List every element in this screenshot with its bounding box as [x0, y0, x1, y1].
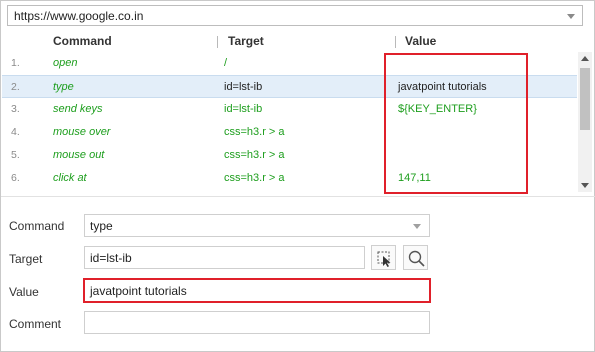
find-target-button[interactable] [403, 245, 428, 270]
target-label: Target [9, 252, 43, 266]
scrollbar-thumb[interactable] [580, 68, 590, 130]
row-target: id=lst-ib [224, 81, 263, 93]
target-input-value: id=lst-ib [90, 251, 132, 265]
command-select-value: type [90, 219, 113, 233]
column-divider[interactable] [395, 36, 396, 48]
row-target: css=h3.r > a [224, 149, 285, 161]
row-command: type [53, 81, 74, 93]
target-input[interactable]: id=lst-ib [84, 246, 365, 269]
row-number: 1. [11, 57, 20, 69]
column-header-target[interactable]: Target [228, 34, 264, 48]
command-label: Command [9, 219, 65, 233]
base-url-select[interactable]: https://www.google.co.in [7, 5, 583, 26]
base-url-value: https://www.google.co.in [14, 9, 144, 23]
value-field-highlight [83, 278, 431, 303]
table-scrollbar[interactable] [578, 52, 592, 192]
section-divider [1, 196, 595, 197]
comment-label: Comment [9, 317, 62, 331]
command-select[interactable]: type [84, 214, 430, 237]
column-divider[interactable] [217, 36, 218, 48]
ide-panel: https://www.google.co.in Command Target … [0, 0, 595, 352]
scroll-up-icon[interactable] [581, 56, 589, 61]
scroll-down-icon[interactable] [581, 183, 589, 188]
column-header-command[interactable]: Command [53, 34, 112, 48]
row-target: / [224, 57, 228, 69]
row-number: 3. [11, 103, 20, 115]
search-icon [408, 250, 425, 267]
row-number: 5. [11, 149, 20, 161]
row-command: send keys [53, 103, 103, 115]
comment-input[interactable] [84, 311, 430, 334]
select-target-button[interactable] [371, 245, 396, 270]
row-command: mouse out [53, 149, 105, 161]
row-target: css=h3.r > a [224, 126, 285, 138]
table-header: Command Target Value [2, 30, 577, 52]
row-number: 6. [11, 172, 20, 184]
command-table: Command Target Value 1. open / 2. type i… [2, 30, 592, 194]
row-number: 4. [11, 126, 20, 138]
column-header-value[interactable]: Value [405, 34, 436, 48]
value-label: Value [9, 285, 39, 299]
row-number: 2. [11, 81, 20, 93]
row-command: mouse over [53, 126, 111, 138]
select-target-icon [377, 251, 391, 267]
chevron-down-icon[interactable] [567, 14, 575, 19]
row-command: open [53, 57, 78, 69]
chevron-down-icon[interactable] [413, 224, 421, 229]
row-command: click at [53, 172, 87, 184]
row-target: css=h3.r > a [224, 172, 285, 184]
value-column-highlight [384, 53, 528, 194]
row-target: id=lst-ib [224, 103, 263, 115]
